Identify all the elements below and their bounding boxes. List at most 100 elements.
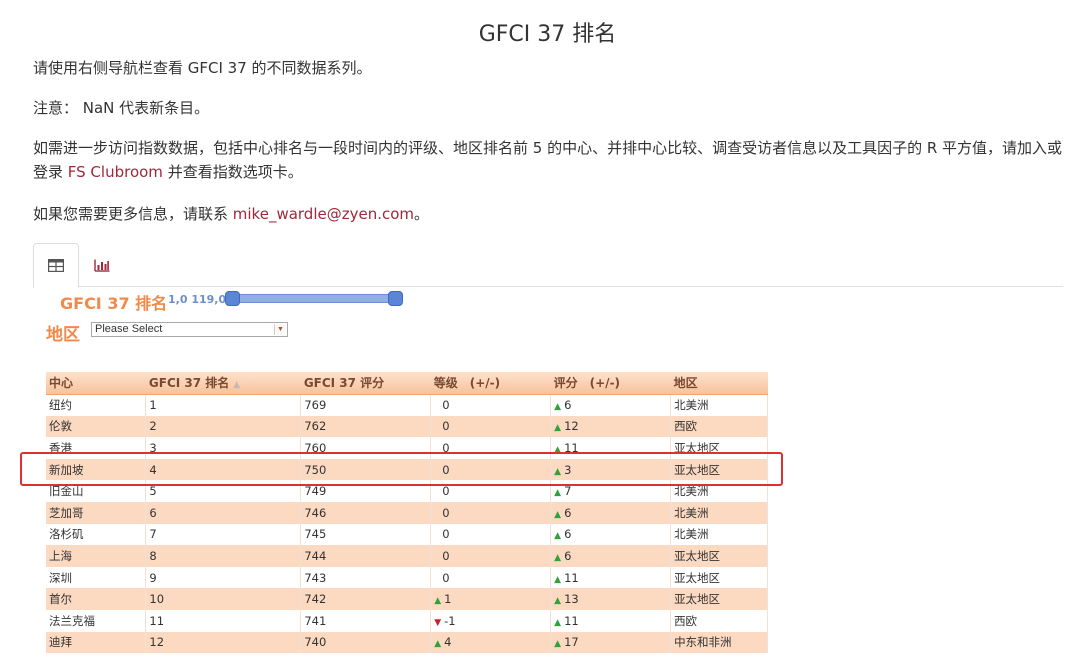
contact-text: 如果您需要更多信息，请联系 mike_wardle@zyen.com。 bbox=[33, 202, 1063, 226]
cell-score-change: ▲ 6 bbox=[550, 523, 672, 546]
cell-value: 0 bbox=[442, 570, 450, 585]
contact-text-start: 如果您需要更多信息，请联系 bbox=[33, 205, 233, 223]
cell-value: 6 bbox=[564, 398, 572, 413]
contact-email-link[interactable]: mike_wardle@zyen.com bbox=[233, 205, 414, 223]
cell-value: 西欧 bbox=[674, 419, 698, 434]
table-row[interactable]: 深圳 9 743 0 ▲ 11 亚太地区 bbox=[46, 566, 768, 589]
arrow-up-icon: ▲ bbox=[554, 574, 562, 585]
cell-value: 0 bbox=[442, 505, 450, 520]
bar-chart-icon bbox=[94, 259, 110, 272]
tab-table[interactable] bbox=[33, 243, 79, 288]
arrow-down-icon: ▼ bbox=[434, 617, 442, 628]
cell-score-change: ▲ 11 bbox=[550, 609, 672, 632]
rank-range-slider[interactable] bbox=[232, 294, 396, 303]
cell-value: 6 bbox=[564, 548, 572, 563]
table-row[interactable]: 伦敦 2 762 0 ▲ 12 西欧 bbox=[46, 415, 768, 438]
cell-region: 北美洲 bbox=[670, 523, 768, 546]
cell-value: 中东和非洲 bbox=[674, 635, 732, 650]
cell-value: 762 bbox=[304, 419, 327, 434]
col-header-rank-label: GFCI 37 排名 bbox=[148, 376, 230, 391]
table-row[interactable]: 法兰克福 11 741 ▼ -1 ▲ 11 西欧 bbox=[46, 609, 768, 632]
table-row[interactable]: 上海 8 744 0 ▲ 6 亚太地区 bbox=[46, 545, 768, 567]
col-header-region[interactable]: 地区 bbox=[670, 372, 768, 395]
table-row[interactable]: 迪拜 12 740 ▲ 4 ▲ 17 中东和非洲 bbox=[46, 631, 768, 654]
cell-region: 中东和非洲 bbox=[670, 631, 768, 654]
col-header-rank-change[interactable]: 等级 (+/-) bbox=[430, 372, 551, 395]
cell-value: 6 bbox=[149, 505, 157, 520]
cell-score-change: ▲ 12 bbox=[550, 415, 672, 438]
cell-rank-change: ▼ -1 bbox=[430, 609, 552, 632]
table-row[interactable]: 首尔 10 742 ▲ 1 ▲ 13 亚太地区 bbox=[46, 588, 768, 610]
cell-center: 迪拜 bbox=[46, 631, 147, 654]
cell-region: 亚太地区 bbox=[670, 566, 768, 589]
cell-value: 西欧 bbox=[674, 613, 698, 628]
cell-score: 743 bbox=[300, 566, 432, 589]
cell-value: 6 bbox=[564, 527, 572, 542]
cell-value: 7 bbox=[149, 527, 157, 542]
cell-value: 11 bbox=[149, 613, 165, 628]
table-row[interactable]: 芝加哥 6 746 0 ▲ 6 北美洲 bbox=[46, 501, 768, 524]
cell-rank: 6 bbox=[145, 501, 302, 524]
dropdown-arrow-icon[interactable]: ▼ bbox=[274, 324, 286, 335]
arrow-up-icon: ▲ bbox=[554, 509, 562, 520]
cell-center: 洛杉矶 bbox=[46, 523, 147, 546]
cell-rank: 7 bbox=[145, 523, 302, 546]
cell-score: 769 bbox=[300, 394, 432, 416]
cell-value: 749 bbox=[304, 484, 327, 499]
cell-value: -1 bbox=[444, 613, 456, 628]
cell-value: 亚太地区 bbox=[674, 570, 721, 585]
cell-value: 法兰克福 bbox=[49, 613, 95, 628]
fs-clubroom-link[interactable]: FS Clubroom bbox=[68, 163, 163, 181]
cell-score-change: ▲ 6 bbox=[550, 501, 672, 524]
cell-score: 744 bbox=[300, 545, 432, 567]
arrow-up-icon: ▲ bbox=[554, 596, 562, 607]
region-select[interactable]: Please Select ▼ bbox=[91, 322, 288, 337]
cell-center: 首尔 bbox=[46, 588, 147, 610]
arrow-up-icon: ▲ bbox=[554, 531, 562, 542]
cell-rank: 10 bbox=[145, 588, 302, 610]
cell-value: 746 bbox=[304, 505, 327, 520]
col-header-rank[interactable]: GFCI 37 排名 ▲ bbox=[145, 372, 301, 395]
slider-min-handle[interactable] bbox=[225, 291, 240, 306]
cell-score: 746 bbox=[300, 501, 432, 524]
table-row[interactable]: 洛杉矶 7 745 0 ▲ 6 北美洲 bbox=[46, 523, 768, 546]
cell-value: 0 bbox=[442, 419, 450, 434]
cell-rank: 1 bbox=[145, 394, 302, 416]
cell-value: 769 bbox=[304, 398, 327, 413]
col-header-score[interactable]: GFCI 37 评分 bbox=[300, 372, 431, 395]
cell-region: 西欧 bbox=[670, 609, 768, 632]
cell-value: 11 bbox=[564, 570, 579, 585]
cell-value: 深圳 bbox=[49, 570, 72, 585]
cell-center: 深圳 bbox=[46, 566, 147, 589]
slider-max-handle[interactable] bbox=[388, 291, 403, 306]
cell-region: 北美洲 bbox=[670, 501, 768, 524]
cell-value: 7 bbox=[564, 484, 572, 499]
cell-score: 745 bbox=[300, 523, 432, 546]
ranking-table: 中心 GFCI 37 排名 ▲ GFCI 37 评分 等级 (+/-) 评分 (+… bbox=[46, 372, 768, 654]
cell-rank: 2 bbox=[145, 415, 302, 438]
cell-score: 742 bbox=[300, 588, 432, 610]
cell-value: 4 bbox=[444, 635, 452, 650]
cell-value: 13 bbox=[564, 592, 579, 607]
note-text: 注意： NaN 代表新条目。 bbox=[33, 99, 210, 117]
tab-chart[interactable] bbox=[79, 243, 125, 287]
cell-score-change: ▲ 6 bbox=[550, 394, 672, 416]
col-header-center[interactable]: 中心 bbox=[46, 372, 146, 395]
cell-value: 743 bbox=[304, 570, 327, 585]
cell-region: 亚太地区 bbox=[670, 588, 768, 610]
cell-value: 旧金山 bbox=[49, 484, 84, 499]
cell-value: 芝加哥 bbox=[49, 505, 84, 520]
access-text-end: 并查看指数选项卡。 bbox=[162, 163, 303, 181]
cell-rank-change: ▲ 4 bbox=[430, 631, 552, 654]
cell-value: 12 bbox=[149, 635, 165, 650]
cell-region: 西欧 bbox=[670, 415, 768, 438]
page-title: GFCI 37 排名 bbox=[478, 22, 617, 47]
filter-title: GFCI 37 排名 bbox=[60, 294, 168, 313]
cell-value: 744 bbox=[304, 548, 327, 563]
cell-score: 762 bbox=[300, 415, 432, 438]
arrow-up-icon: ▲ bbox=[554, 488, 562, 499]
table-row[interactable]: 纽约 1 769 0 ▲ 6 北美洲 bbox=[46, 394, 768, 416]
col-header-score-change[interactable]: 评分 (+/-) bbox=[550, 372, 671, 395]
cell-value: 741 bbox=[304, 613, 327, 628]
sort-asc-icon: ▲ bbox=[233, 380, 241, 391]
